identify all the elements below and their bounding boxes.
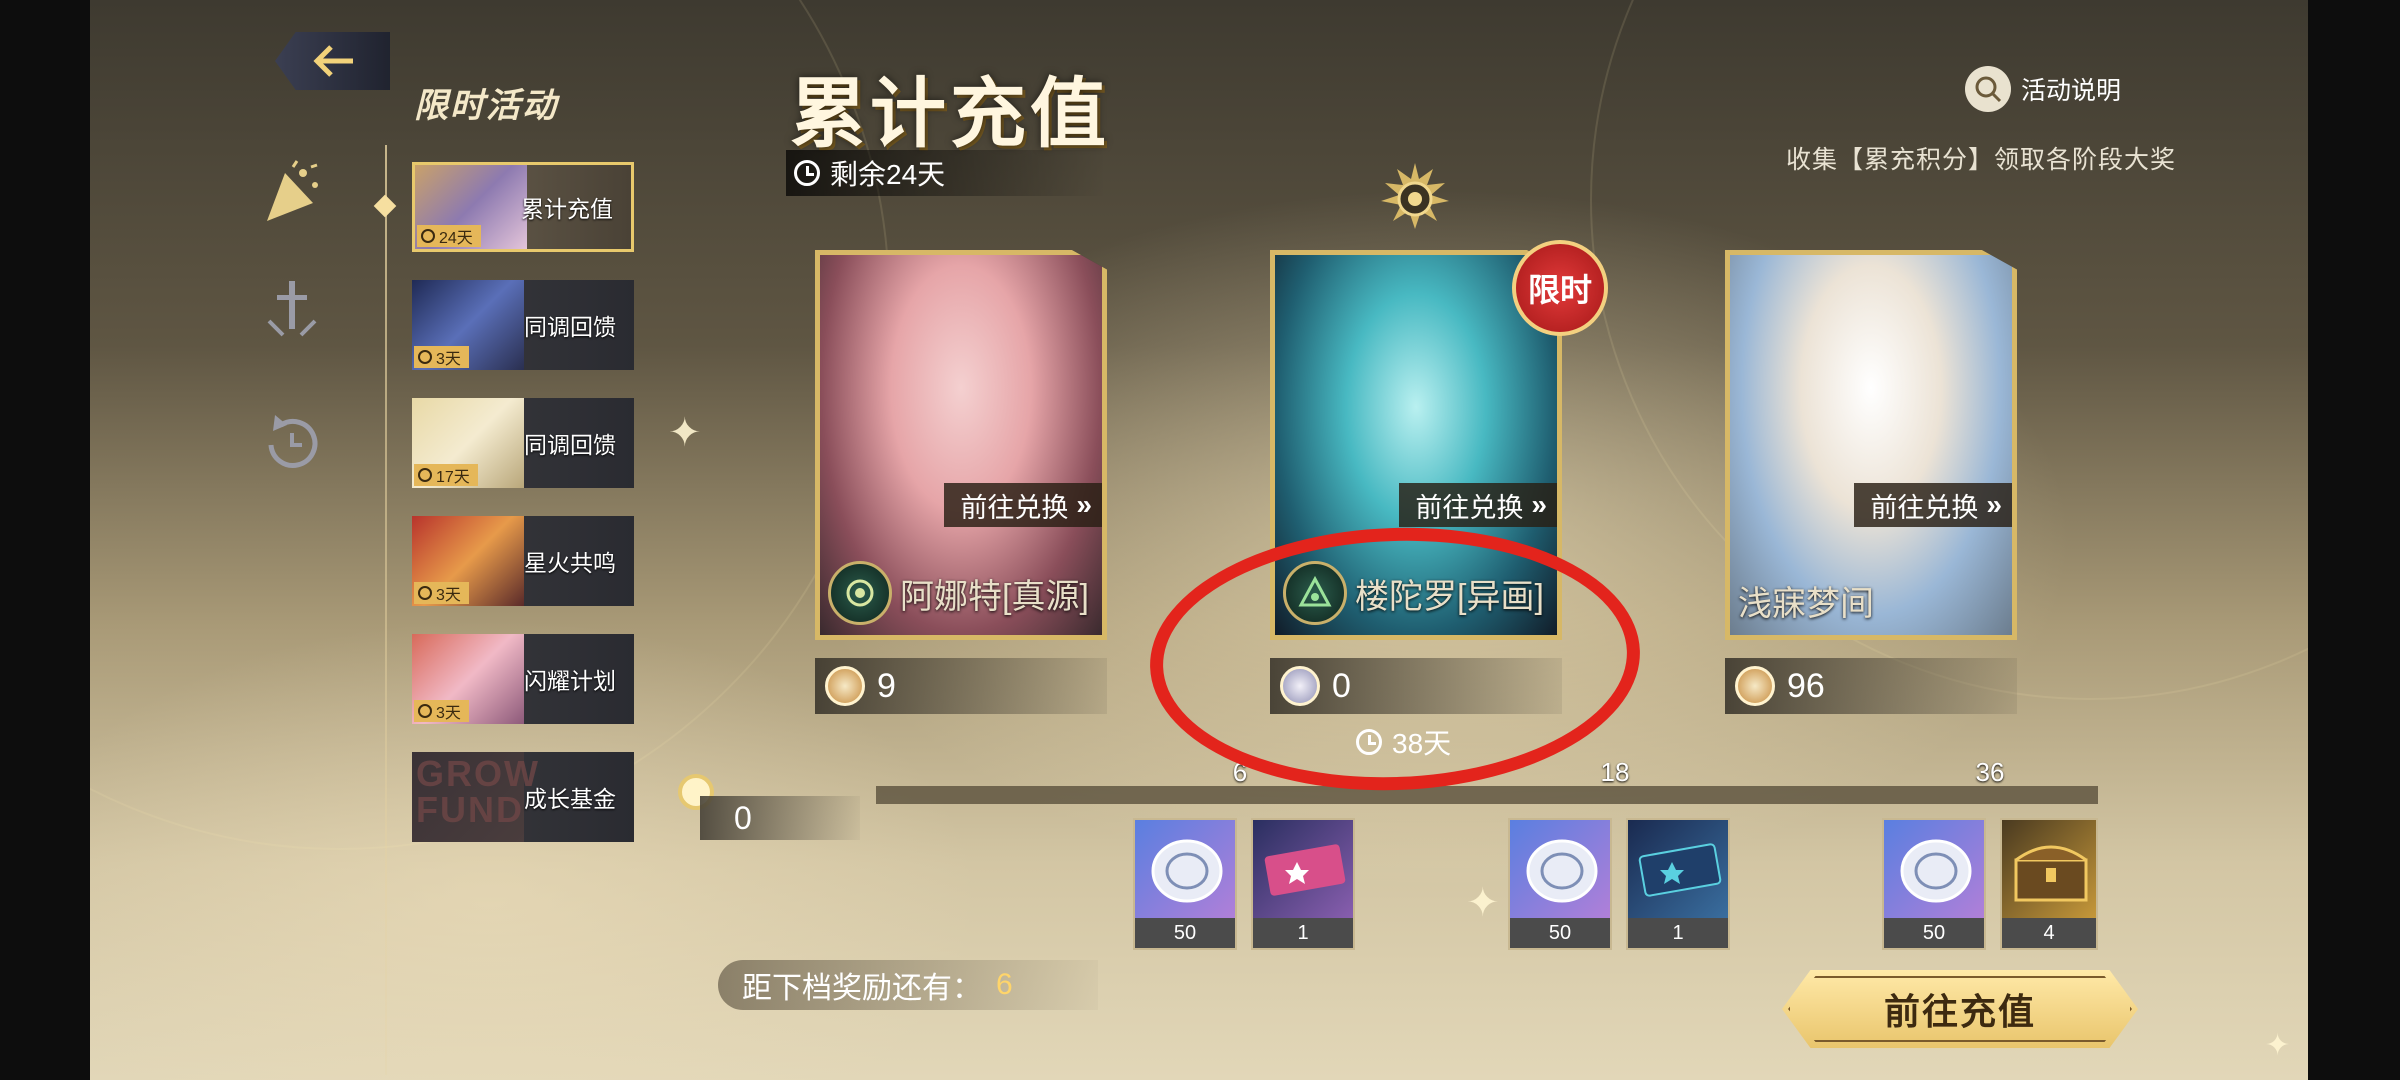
exchange-button[interactable]: 前往兑换»	[944, 483, 1102, 527]
tier-label: 18	[1600, 757, 1630, 787]
sparkle-icon: ✦	[668, 411, 702, 455]
gold-coin-icon	[825, 666, 865, 706]
tab-sync-feedback[interactable]: 3天 同调回馈	[412, 280, 634, 370]
tab-days-badge: 24天	[417, 225, 481, 247]
recharge-button[interactable]: 前往充值	[1782, 970, 2138, 1048]
gold-coin-icon	[1735, 666, 1775, 706]
double-chevron-icon: »	[1531, 489, 1546, 520]
reward-item[interactable]: 50	[1508, 818, 1612, 950]
back-button[interactable]	[275, 32, 390, 90]
sidebar-divider	[385, 145, 387, 1075]
sparkle-icon: ✦	[1466, 881, 1500, 925]
sun-crest-icon	[1381, 163, 1449, 229]
back-arrow-icon	[312, 45, 353, 77]
tab-growth-fund[interactable]: GROW FUND 成长基金	[412, 752, 634, 842]
reward-quantity: 4	[2002, 918, 2096, 948]
element-emblem-icon	[828, 561, 892, 625]
section-title: 限时活动	[414, 87, 558, 125]
right-letterbox	[2308, 0, 2400, 1080]
tab-label: 成长基金	[524, 786, 616, 812]
sparkle-icon: ✦	[2265, 1029, 2291, 1062]
currency-count: 9	[815, 658, 1107, 714]
character-name: 阿娜特[真源]	[828, 561, 1089, 625]
tab-spark-resonance[interactable]: 3天 星火共鸣	[412, 516, 634, 606]
reward-item[interactable]: 1	[1626, 818, 1730, 950]
cycle-icon[interactable]	[250, 398, 334, 482]
silver-coin-icon	[1884, 820, 1984, 922]
reward-quantity: 50	[1135, 918, 1235, 948]
tab-sync-feedback-2[interactable]: 17天 同调回馈	[412, 398, 634, 488]
tab-label: 同调回馈	[524, 432, 616, 458]
next-reward-value: 6	[996, 968, 1013, 1001]
clock-icon	[794, 160, 820, 186]
double-chevron-icon: »	[1076, 489, 1091, 520]
tab-days-badge: 3天	[414, 582, 469, 604]
party-popper-icon[interactable]	[250, 152, 334, 236]
grow-fund-logo-text: GROW FUND	[416, 753, 540, 830]
character-card-anat[interactable]: 前往兑换» 阿娜特[真源]	[815, 250, 1107, 640]
tab-days-badge: 17天	[414, 464, 478, 486]
character-card-shallow-dream[interactable]: 前往兑换» 浅寐梦间	[1725, 250, 2017, 640]
search-icon	[1965, 66, 2011, 112]
reward-quantity: 1	[1253, 918, 1353, 948]
remaining-time: 剩余24天	[786, 150, 1106, 196]
exchange-button[interactable]: 前往兑换»	[1854, 483, 2012, 527]
treasure-chest-icon	[2002, 820, 2096, 922]
pink-ticket-icon	[1253, 820, 1353, 922]
silver-coin-icon	[1510, 820, 1610, 922]
progress-current: 0	[700, 796, 860, 840]
tab-days-badge: 3天	[414, 700, 469, 722]
page-title: 累计充值	[790, 72, 1110, 157]
tab-shine-plan[interactable]: 3天 闪耀计划	[412, 634, 634, 724]
reward-item[interactable]: 50	[1133, 818, 1237, 950]
blue-ticket-icon	[1628, 820, 1728, 922]
limited-badge: 限时	[1512, 240, 1608, 336]
tab-days-badge: 3天	[414, 346, 469, 368]
reward-item[interactable]: 4	[2000, 818, 2098, 950]
reward-quantity: 50	[1510, 918, 1610, 948]
progress-track	[876, 786, 2098, 804]
reward-item[interactable]: 1	[1251, 818, 1355, 950]
double-chevron-icon: »	[1986, 489, 2001, 520]
tab-label: 闪耀计划	[524, 668, 616, 694]
event-subtitle: 收集【累充积分】领取各阶段大奖	[1786, 146, 2177, 174]
tab-label: 同调回馈	[524, 314, 616, 340]
reward-quantity: 50	[1884, 918, 1984, 948]
next-reward-info: 距下档奖励还有： 6	[718, 960, 1098, 1010]
character-name: 浅寐梦间	[1738, 585, 1874, 623]
tab-label: 星火共鸣	[524, 550, 616, 576]
tab-cumulative-recharge[interactable]: 24天 累计充值	[412, 162, 634, 252]
remaining-text: 剩余24天	[830, 159, 946, 190]
left-letterbox	[0, 0, 90, 1080]
sword-icon[interactable]	[250, 270, 334, 354]
tier-label: 36	[1975, 757, 2005, 787]
reward-item[interactable]: 50	[1882, 818, 1986, 950]
currency-count: 96	[1725, 658, 2017, 714]
silver-coin-icon	[1135, 820, 1235, 922]
tab-thumbnail: GROW FUND	[412, 752, 538, 842]
event-info-button[interactable]: 活动说明	[1965, 66, 2121, 112]
exchange-button[interactable]: 前往兑换»	[1399, 483, 1557, 527]
reward-quantity: 1	[1628, 918, 1728, 948]
tab-label: 累计充值	[521, 196, 613, 222]
next-reward-label: 距下档奖励还有：	[742, 972, 982, 1005]
event-info-label: 活动说明	[2021, 77, 2122, 105]
